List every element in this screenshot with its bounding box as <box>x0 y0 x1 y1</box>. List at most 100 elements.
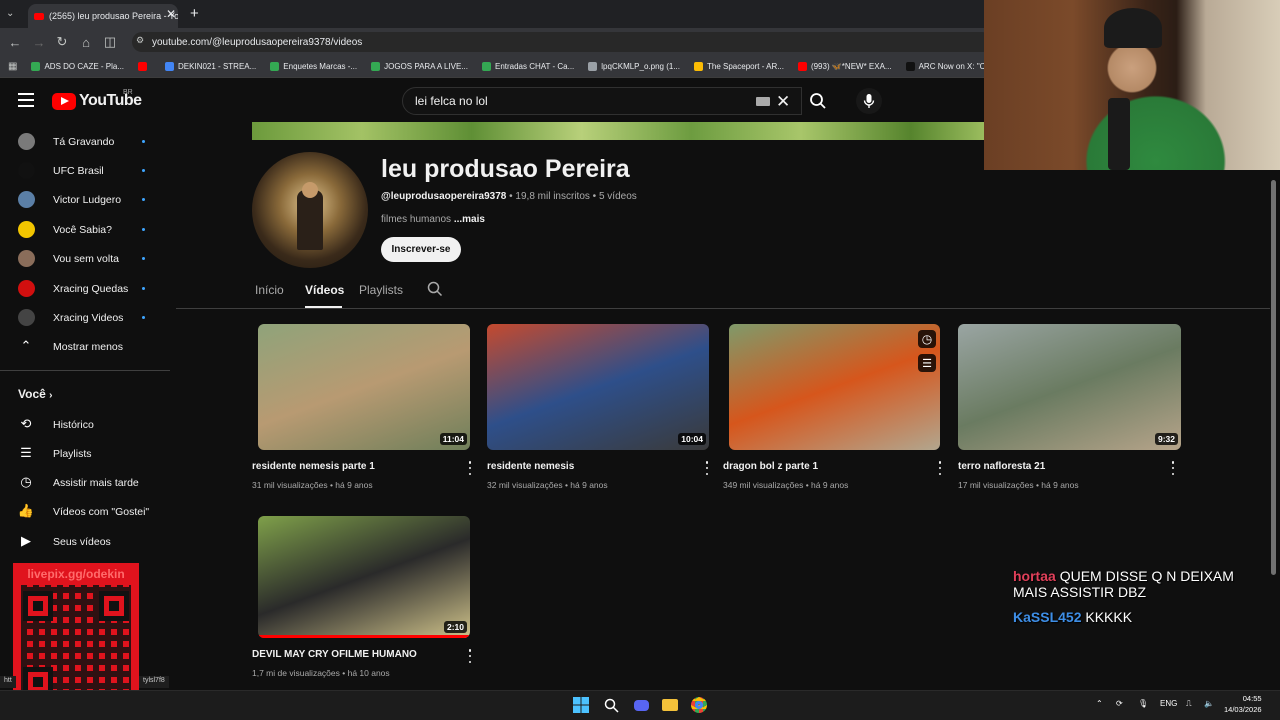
video-views: 31 mil visualizações <box>252 480 328 490</box>
channel-avatar-icon <box>18 221 35 238</box>
bookmark-item[interactable]: The Spaceport - AR... <box>694 62 784 71</box>
menu-icon[interactable] <box>18 93 34 107</box>
sidebar-item-you[interactable]: ☰ Playlists <box>0 439 165 468</box>
bookmark-label: (993) 🦋*NEW* EXA... <box>810 62 892 71</box>
video-title[interactable]: terro nafloresta 21 <box>958 461 1045 472</box>
browser-tab[interactable]: (2565) leu produsao Pereira - Yo <box>28 4 178 28</box>
bookmark-item[interactable]: ARC Now on X: "Co... <box>905 62 997 71</box>
channel-avatar-icon <box>18 191 35 208</box>
channel-meta: @leuprodusaopereira9378 • 19,8 mil inscr… <box>381 191 637 202</box>
bookmark-item[interactable]: DEKIN021 - STREA... <box>165 62 256 71</box>
voice-search-button[interactable] <box>856 88 882 114</box>
chrome-icon[interactable] <box>690 696 708 714</box>
sidebar-subscription[interactable]: Vou sem volta <box>0 244 165 273</box>
sidebar-item-you[interactable]: 👍 Vídeos com "Gostei" <box>0 497 165 526</box>
tray-sync-icon[interactable]: ⟳ <box>1116 699 1123 708</box>
video-thumbnail[interactable]: 11:04 <box>258 324 470 450</box>
bookmark-label: Enquetes Marcas -... <box>283 62 358 71</box>
clear-search-icon[interactable]: ✕ <box>776 92 790 112</box>
video-thumbnail[interactable]: 9:32 <box>958 324 1181 450</box>
keyboard-icon[interactable] <box>756 97 770 106</box>
bookmark-label: lpqCKMLP_o.png (1... <box>601 62 680 71</box>
video-title[interactable]: residente nemesis <box>487 461 574 472</box>
video-title[interactable]: dragon bol z parte 1 <box>723 461 818 472</box>
channel-description[interactable]: filmes humanos ...mais <box>381 214 485 225</box>
video-views: 32 mil visualizações <box>487 480 563 490</box>
sidebar-toggle-icon[interactable]: ◫ <box>101 33 119 51</box>
language-indicator[interactable]: ENG <box>1160 699 1177 708</box>
forward-icon[interactable]: → <box>30 33 48 51</box>
video-menu-icon[interactable] <box>467 461 473 475</box>
new-content-dot <box>142 140 145 143</box>
bookmark-item[interactable] <box>138 62 151 71</box>
discord-icon[interactable] <box>632 696 650 714</box>
sidebar-subscription[interactable]: Victor Ludgero <box>0 185 165 214</box>
bookmark-label: ADS DO CAZE - Pla... <box>44 62 125 71</box>
url-field[interactable]: ⚙ youtube.com/@leuprodusaopereira9378/vi… <box>132 32 992 52</box>
sidebar-subscription[interactable]: UFC Brasil <box>0 156 165 185</box>
home-icon[interactable]: ⌂ <box>77 33 95 51</box>
video-duration: 2:10 <box>443 621 467 633</box>
windows-start-icon[interactable] <box>572 696 590 714</box>
volume-icon[interactable]: 🔈 <box>1204 699 1214 708</box>
file-explorer-icon[interactable] <box>661 696 679 714</box>
bookmark-item[interactable]: lpqCKMLP_o.png (1... <box>588 62 680 71</box>
sidebar-item-you[interactable]: ◷ Assistir mais tarde <box>0 468 165 497</box>
apps-grid-icon[interactable]: ▦ <box>8 61 17 72</box>
bookmark-item[interactable]: Entradas CHAT - Ca... <box>481 62 575 71</box>
new-content-dot <box>142 198 145 201</box>
tab-search-icon[interactable]: ⌄ <box>6 8 14 19</box>
network-icon[interactable]: ⎍ <box>1186 699 1192 709</box>
video-menu-icon[interactable] <box>937 461 943 475</box>
video-title[interactable]: residente nemesis parte 1 <box>252 461 375 472</box>
bookmark-item[interactable]: ADS DO CAZE - Pla... <box>31 62 124 71</box>
bookmark-item[interactable]: JOGOS PARA A LIVE... <box>371 62 468 71</box>
tray-microphone-icon[interactable]: 🎙 <box>1138 699 1148 708</box>
status-url: htt <box>0 676 16 688</box>
search-input[interactable]: lei felca no lol <box>402 87 802 115</box>
bookmark-item[interactable]: Enquetes Marcas -... <box>270 62 357 71</box>
watch-progress-bar <box>258 635 470 638</box>
video-menu-icon[interactable] <box>1170 461 1176 475</box>
reload-icon[interactable]: ↻ <box>53 33 71 51</box>
tray-chevron-icon[interactable]: ⌃ <box>1096 699 1103 708</box>
new-tab-button[interactable]: + <box>190 5 199 22</box>
bookmark-item[interactable]: (993) 🦋*NEW* EXA... <box>797 62 892 71</box>
sidebar-subscription[interactable]: Xracing Quedas <box>0 274 165 303</box>
add-to-queue-icon[interactable]: ☰ <box>918 354 936 372</box>
tabs-divider <box>176 308 1270 309</box>
system-clock[interactable]: 04:55 14/03/2026 <box>1224 693 1262 715</box>
channel-search-icon[interactable] <box>427 281 443 302</box>
video-thumbnail[interactable]: ◷ ☰ <box>729 324 940 450</box>
subscribe-button[interactable]: Inscrever-se <box>381 237 461 262</box>
close-tab-icon[interactable]: ✕ <box>166 7 176 21</box>
page-scrollbar[interactable] <box>1271 180 1276 575</box>
youtube-play-icon <box>52 92 76 110</box>
video-menu-icon[interactable] <box>704 461 710 475</box>
sidebar-item-you[interactable]: ▶ Seus vídeos <box>0 527 165 556</box>
new-content-dot <box>142 257 145 260</box>
tab-playlists[interactable]: Playlists <box>359 283 403 297</box>
sidebar-item-label: UFC Brasil <box>53 164 104 177</box>
back-icon[interactable]: ← <box>6 33 24 51</box>
video-menu-icon[interactable] <box>467 649 473 663</box>
video-title[interactable]: DEVIL MAY CRY OFILME HUMANO <box>252 649 417 660</box>
sidebar-item-you[interactable]: ⟲ Histórico <box>0 410 165 439</box>
sidebar-subscription[interactable]: Você Sabia? <box>0 215 165 244</box>
watch-later-icon[interactable]: ◷ <box>918 330 936 348</box>
site-info-icon[interactable]: ⚙ <box>136 35 144 46</box>
bookmark-label: Entradas CHAT - Ca... <box>494 62 575 71</box>
region-code: BR <box>123 89 133 96</box>
tab-videos[interactable]: Vídeos <box>305 283 344 297</box>
tab-home[interactable]: Início <box>255 283 284 297</box>
you-section-heading[interactable]: Você › <box>18 387 52 401</box>
video-thumbnail[interactable]: 10:04 <box>487 324 709 450</box>
show-less-button[interactable]: ⌃ Mostrar menos <box>0 332 165 361</box>
bookmark-favicon-icon <box>797 62 807 71</box>
sidebar-subscription[interactable]: Tá Gravando <box>0 127 165 156</box>
video-thumbnail[interactable]: 2:10 <box>258 516 470 638</box>
sidebar-item-label: Vídeos com "Gostei" <box>53 505 150 518</box>
sidebar-subscription[interactable]: Xracing Videos <box>0 303 165 332</box>
search-button[interactable] <box>800 87 836 115</box>
taskbar-search-icon[interactable] <box>602 696 620 714</box>
